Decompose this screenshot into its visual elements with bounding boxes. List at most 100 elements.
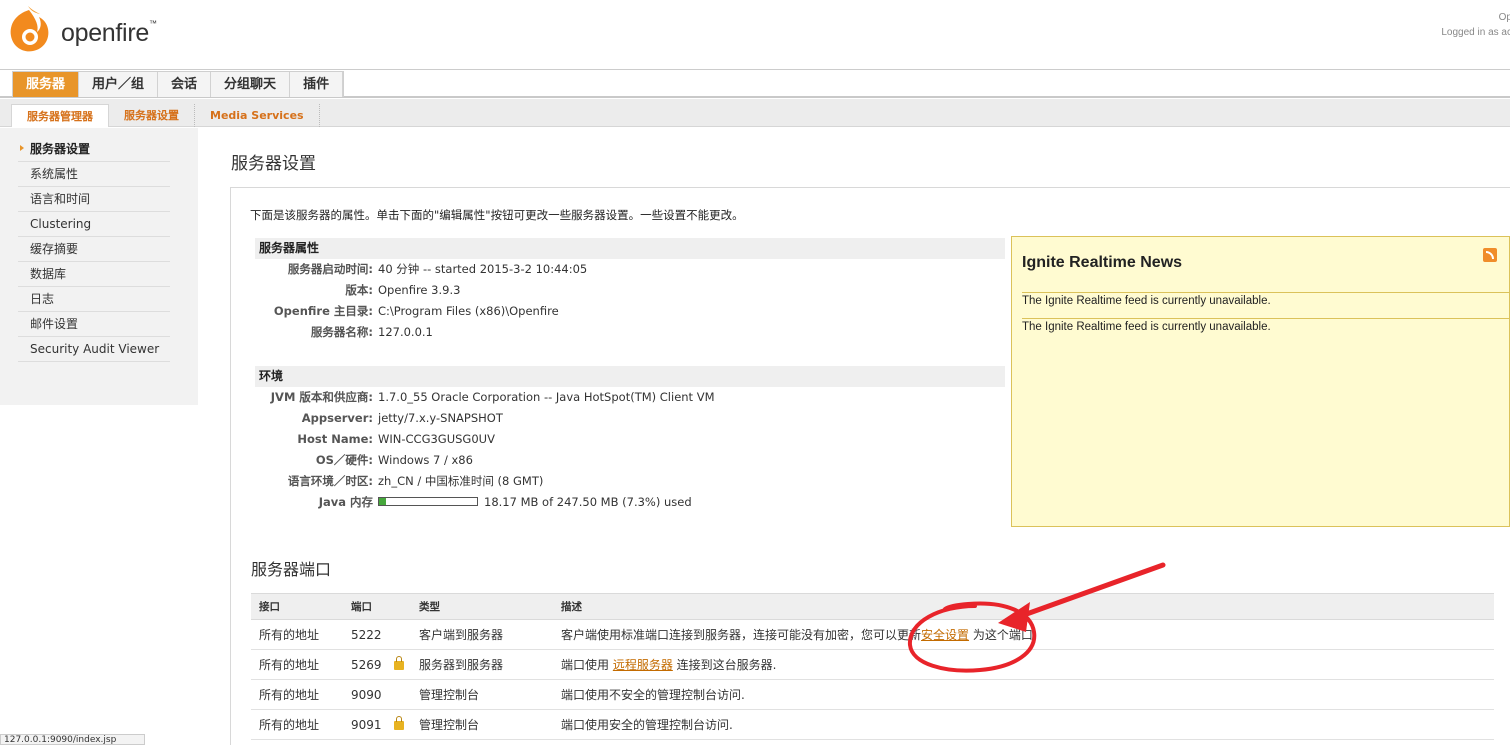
- subtab-server-settings[interactable]: 服务器设置: [109, 104, 195, 127]
- port-description: 端口使用 远程服务器 连接到这台服务器.: [553, 649, 1494, 680]
- env-label: OS／硬件:: [315, 453, 373, 467]
- news-item: The Ignite Realtime feed is currently un…: [1022, 292, 1510, 307]
- port-number: 5222: [343, 619, 411, 650]
- table-row: 所有的地址 9090 管理控制台 端口使用不安全的管理控制台访问.: [251, 679, 1494, 710]
- col-type: 类型: [411, 593, 553, 620]
- env-value: Windows 7 / x86: [378, 453, 473, 467]
- port-desc-text: 客户端使用标准端口连接到服务器，连接可能没有加密，您可以更新: [561, 628, 922, 642]
- tab-group-chat[interactable]: 分组聊天: [211, 72, 291, 97]
- env-row-jvm: JVM 版本和供应商: 1.7.0_55 Oracle Corporation -…: [255, 387, 1005, 408]
- sidebar-item-clustering[interactable]: Clustering: [18, 212, 170, 237]
- sidebar-item-language-time[interactable]: 语言和时间: [18, 187, 170, 212]
- table-row: 所有的地址 5222 客户端到服务器 客户端使用标准端口连接到服务器，连接可能没…: [251, 619, 1494, 650]
- port-description: 客户端使用标准端口连接到服务器，连接可能没有加密，您可以更新安全设置 为这个端口: [553, 619, 1494, 650]
- env-label: JVM 版本和供应商:: [270, 390, 373, 404]
- port-type: 客户端到服务器: [411, 619, 553, 650]
- news-item: The Ignite Realtime feed is currently un…: [1022, 318, 1510, 333]
- subtab-server-manager[interactable]: 服务器管理器: [11, 104, 109, 127]
- env-row-locale: 语言环境／时区: zh_CN / 中国标准时间 (8 GMT): [255, 471, 1005, 492]
- port-desc-text: 为这个端口: [969, 628, 1033, 642]
- prop-label: 服务器启动时间:: [287, 262, 373, 276]
- port-number: 9091: [351, 717, 382, 732]
- server-properties: 服务器属性 服务器启动时间: 40 分钟 -- started 2015-3-2 …: [255, 238, 1005, 343]
- prop-value: C:\Program Files (x86)\Openfire: [378, 304, 559, 318]
- environment-properties: 环境 JVM 版本和供应商: 1.7.0_55 Oracle Corporatio…: [255, 366, 1005, 513]
- env-row-memory: Java 内存 18.17 MB of 247.50 MB (7.3%) use…: [255, 492, 1005, 513]
- memory-text: 18.17 MB of 247.50 MB (7.3%) used: [484, 495, 692, 509]
- env-value: WIN-CCG3GUSG0UV: [378, 432, 495, 446]
- ports-header-row: 接口 端口 类型 描述: [251, 593, 1494, 620]
- port-description: 端口使用安全的管理控制台访问.: [553, 709, 1494, 740]
- logo-text: openfire™: [61, 19, 157, 47]
- memory-bar-fill: [379, 498, 387, 505]
- tab-sessions[interactable]: 会话: [158, 72, 212, 97]
- tab-plugins[interactable]: 插件: [290, 72, 344, 97]
- port-number-cell: 5269: [343, 649, 411, 680]
- sidebar-item-system-properties[interactable]: 系统属性: [18, 162, 170, 187]
- lock-icon: [393, 715, 404, 730]
- security-settings-link[interactable]: 安全设置: [921, 628, 969, 642]
- env-label: 语言环境／时区:: [287, 474, 373, 488]
- prop-label: 服务器名称:: [310, 325, 373, 339]
- port-interface: 所有的地址: [251, 619, 343, 650]
- prop-row-server-name: 服务器名称: 127.0.0.1: [255, 322, 1005, 343]
- port-number: 5269: [351, 657, 382, 672]
- sidebar: 服务器设置 系统属性 语言和时间 Clustering 缓存摘要 数据库 日志 …: [0, 128, 198, 405]
- port-type: 管理控制台: [411, 709, 553, 740]
- sidebar-item-logs[interactable]: 日志: [18, 287, 170, 312]
- port-description: 端口使用不安全的管理控制台访问.: [553, 679, 1494, 710]
- port-number-cell: 9091: [343, 709, 411, 740]
- table-row: 所有的地址 5269 服务器到服务器 端口使用 远程服务器 连接到这台服务器.: [251, 649, 1494, 680]
- env-value: jetty/7.x.y-SNAPSHOT: [378, 411, 503, 425]
- prop-label: 版本:: [345, 283, 373, 297]
- tab-users-groups[interactable]: 用户／组: [79, 72, 159, 97]
- prop-value: 40 分钟 -- started 2015-3-2 10:44:05: [378, 262, 588, 276]
- header: openfire™ Op Logged in as ac: [0, 0, 1510, 70]
- env-row-os: OS／硬件: Windows 7 / x86: [255, 450, 1005, 471]
- main-nav: 服务器 用户／组 会话 分组聊天 插件: [0, 70, 1510, 98]
- logged-in-label: Logged in as ac: [1441, 27, 1510, 38]
- port-interface: 所有的地址: [251, 679, 343, 710]
- environment-heading: 环境: [255, 366, 1005, 387]
- user-info: Op Logged in as ac: [1441, 10, 1510, 40]
- env-label: Host Name:: [297, 432, 373, 446]
- remote-server-link[interactable]: 远程服务器: [613, 658, 673, 672]
- memory-bar: [378, 497, 478, 506]
- port-number: 9090: [343, 679, 411, 710]
- port-type: 服务器到服务器: [411, 649, 553, 680]
- sidebar-item-cache-summary[interactable]: 缓存摘要: [18, 237, 170, 262]
- col-port: 端口: [343, 593, 411, 620]
- col-description: 描述: [553, 593, 1494, 620]
- memory-value: 18.17 MB of 247.50 MB (7.3%) used: [378, 492, 692, 513]
- env-label: Appserver:: [301, 411, 373, 425]
- col-interface: 接口: [251, 593, 343, 620]
- prop-label: Openfire 主目录:: [273, 304, 373, 318]
- port-desc-text: 连接到这台服务器.: [672, 658, 777, 672]
- page-title: 服务器设置: [231, 154, 316, 174]
- memory-label: Java 内存: [318, 495, 373, 509]
- sidebar-item-security-audit-viewer[interactable]: Security Audit Viewer: [18, 337, 170, 362]
- env-row-appserver: Appserver: jetty/7.x.y-SNAPSHOT: [255, 408, 1005, 429]
- sub-nav: 服务器管理器 服务器设置 Media Services: [0, 99, 1510, 127]
- browser-status-bar: 127.0.0.1:9090/index.jsp: [0, 734, 145, 745]
- env-row-hostname: Host Name: WIN-CCG3GUSG0UV: [255, 429, 1005, 450]
- intro-text: 下面是该服务器的属性。单击下面的"编辑属性"按钮可更改一些服务器设置。一些设置不…: [250, 208, 744, 222]
- sidebar-item-email-settings[interactable]: 邮件设置: [18, 312, 170, 337]
- prop-row-home-dir: Openfire 主目录: C:\Program Files (x86)\Open…: [255, 301, 1005, 322]
- prop-value: 127.0.0.1: [378, 325, 433, 339]
- ports-title: 服务器端口: [251, 560, 332, 579]
- sidebar-item-database[interactable]: 数据库: [18, 262, 170, 287]
- lock-icon: [393, 655, 404, 670]
- subtab-media-services[interactable]: Media Services: [195, 104, 320, 127]
- env-value: 1.7.0_55 Oracle Corporation -- Java HotS…: [378, 390, 715, 404]
- user-info-line1: Op: [1498, 12, 1510, 23]
- sidebar-item-server-settings[interactable]: 服务器设置: [18, 137, 170, 162]
- port-interface: 所有的地址: [251, 709, 343, 740]
- port-interface: 所有的地址: [251, 649, 343, 680]
- ports-table: 接口 端口 类型 描述 所有的地址 5222 客户端到服务器 客户端使用标准端口…: [251, 593, 1494, 740]
- rss-icon[interactable]: [1483, 248, 1497, 262]
- news-panel: Ignite Realtime News The Ignite Realtime…: [1011, 236, 1510, 527]
- tab-server[interactable]: 服务器: [13, 72, 80, 97]
- table-row: 所有的地址 9091 管理控制台 端口使用安全的管理控制台访问.: [251, 709, 1494, 740]
- openfire-logo-icon[interactable]: [6, 4, 52, 54]
